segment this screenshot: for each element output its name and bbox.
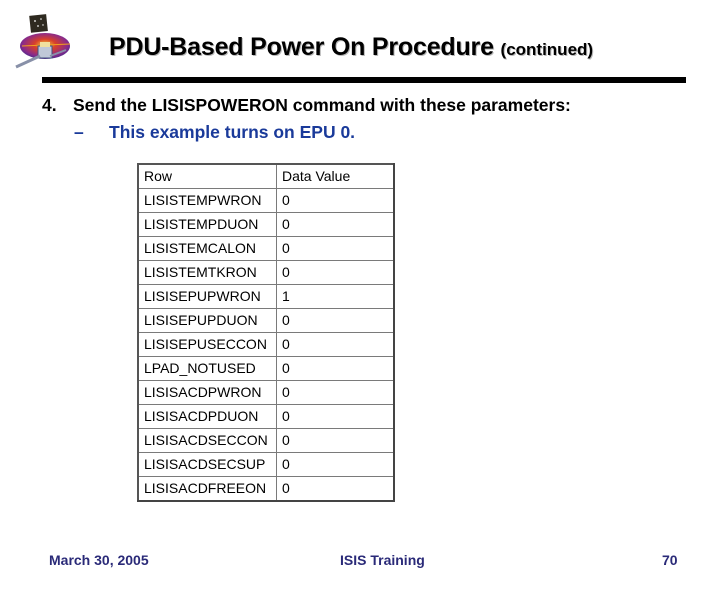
- table-row: LISISTEMCALON 0: [137, 236, 395, 261]
- table-row: LISISACDPDUON 0: [137, 404, 395, 429]
- row-name: LISISACDPDUON: [137, 404, 277, 429]
- row-name: LISISACDSECCON: [137, 428, 277, 453]
- sub-bullet: – This example turns on EPU 0.: [74, 122, 355, 143]
- row-name: LISISTEMPDUON: [137, 212, 277, 237]
- table-row: LISISEPUPDUON 0: [137, 308, 395, 333]
- slide-title: PDU-Based Power On Procedure (continued): [109, 33, 593, 62]
- footer-course-title: ISIS Training: [340, 552, 425, 568]
- row-name: LISISEPUSECCON: [137, 332, 277, 357]
- step-text: Send the LISISPOWERON command with these…: [73, 95, 571, 115]
- table-row: LISISEPUPWRON 1: [137, 284, 395, 309]
- row-value: 0: [276, 308, 395, 333]
- table-row: LISISACDPWRON 0: [137, 380, 395, 405]
- table-row: LISISEPUSECCON 0: [137, 332, 395, 357]
- header-row: Row: [137, 163, 277, 189]
- parameter-table: Row Data Value LISISTEMPWRON 0 LISISTEMP…: [137, 163, 395, 502]
- slide-title-main: PDU-Based Power On Procedure: [109, 33, 494, 61]
- row-name: LISISACDFREEON: [137, 476, 277, 502]
- footer-page-number: 70: [662, 552, 678, 568]
- row-value: 0: [276, 428, 395, 453]
- sub-bullet-text: This example turns on EPU 0.: [109, 122, 356, 142]
- row-value: 0: [276, 236, 395, 261]
- row-value: 0: [276, 452, 395, 477]
- row-name: LISISTEMPWRON: [137, 188, 277, 213]
- header-data-value: Data Value: [276, 163, 395, 189]
- row-value: 0: [276, 188, 395, 213]
- table-row: LISISACDFREEON 0: [137, 476, 395, 502]
- isis-satellite-logo-icon: [12, 12, 74, 72]
- footer-date: March 30, 2005: [49, 552, 149, 568]
- title-divider: [42, 77, 686, 83]
- row-name: LISISEPUPWRON: [137, 284, 277, 309]
- table-header-row: Row Data Value: [137, 163, 395, 189]
- table-row: LISISTEMPDUON 0: [137, 212, 395, 237]
- table-row: LISISTEMPWRON 0: [137, 188, 395, 213]
- table-row: LISISACDSECCON 0: [137, 428, 395, 453]
- row-value: 0: [276, 356, 395, 381]
- table-row: LISISACDSECSUP 0: [137, 452, 395, 477]
- row-name: LISISACDSECSUP: [137, 452, 277, 477]
- row-name: LISISTEMCALON: [137, 236, 277, 261]
- table-row: LISISTEMTKRON 0: [137, 260, 395, 285]
- row-value: 0: [276, 212, 395, 237]
- row-value: 0: [276, 332, 395, 357]
- slide-title-suffix: (continued): [500, 40, 594, 59]
- row-name: LISISEPUPDUON: [137, 308, 277, 333]
- row-name: LPAD_NOTUSED: [137, 356, 277, 381]
- sub-bullet-dash: –: [74, 122, 84, 142]
- step-bullet: 4. Send the LISISPOWERON command with the…: [42, 95, 571, 116]
- row-value: 0: [276, 476, 395, 502]
- row-name: LISISACDPWRON: [137, 380, 277, 405]
- row-value: 0: [276, 380, 395, 405]
- step-number: 4.: [42, 95, 57, 115]
- row-value: 0: [276, 404, 395, 429]
- row-name: LISISTEMTKRON: [137, 260, 277, 285]
- row-value: 0: [276, 260, 395, 285]
- table-row: LPAD_NOTUSED 0: [137, 356, 395, 381]
- row-value: 1: [276, 284, 395, 309]
